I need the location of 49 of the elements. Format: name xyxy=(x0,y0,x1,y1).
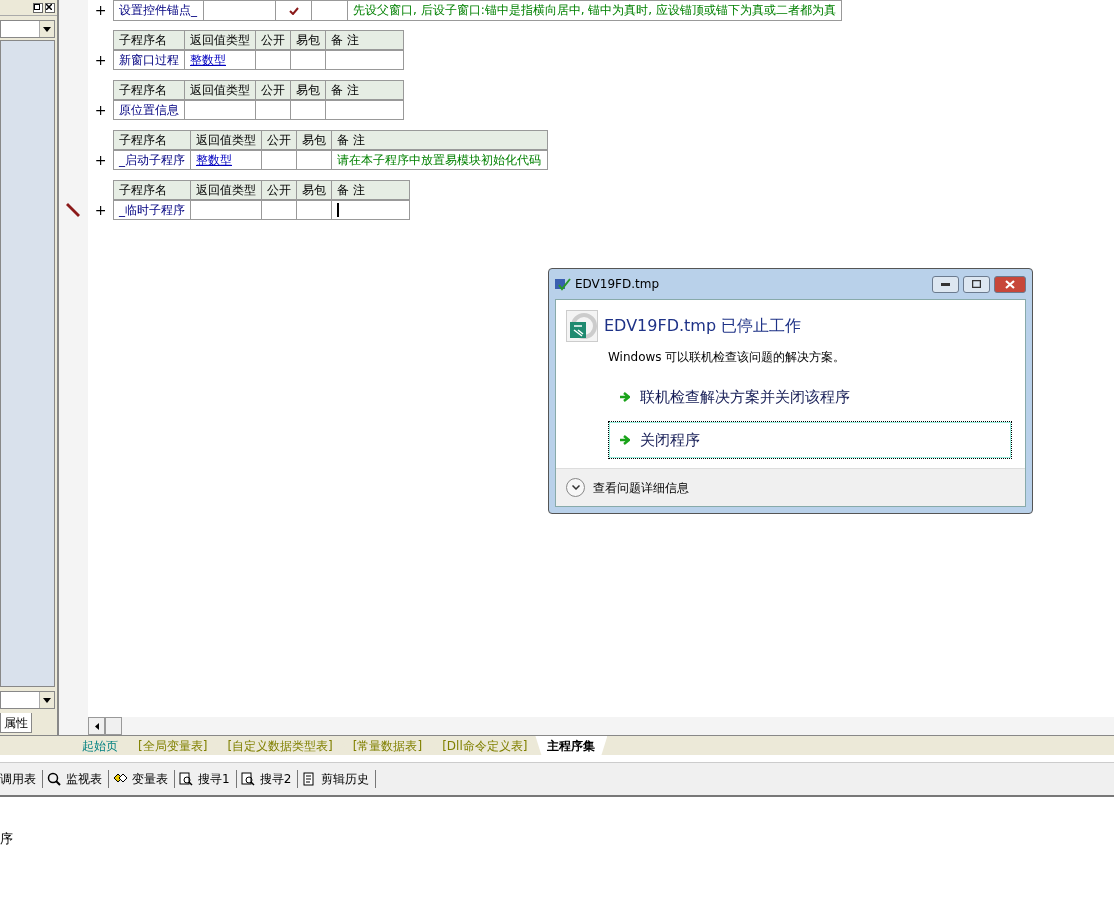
dialog-heading: EDV19FD.tmp 已停止工作 xyxy=(604,315,802,337)
table-cell: 请在本子程序中放置易模块初始化代码 xyxy=(331,149,548,170)
column-header: 易包 xyxy=(290,30,326,50)
window-title: EDV19FD.tmp xyxy=(575,276,661,293)
command-link[interactable]: 联机检查解决方案并关闭该程序 xyxy=(608,378,1012,417)
column-header: 子程序名 xyxy=(113,30,185,50)
column-header: 备 注 xyxy=(331,130,548,150)
expand-toggle[interactable]: + xyxy=(88,149,113,171)
column-header: 备 注 xyxy=(325,30,404,50)
column-header: 易包 xyxy=(296,130,332,150)
column-header: 公开 xyxy=(261,130,297,150)
table-cell: 新窗口过程 xyxy=(113,49,185,70)
expand-toggle[interactable]: + xyxy=(88,49,113,71)
column-header: 易包 xyxy=(290,80,326,100)
type-link[interactable]: 整数型 xyxy=(196,152,232,167)
table-cell: _临时子程序 xyxy=(113,199,191,220)
toolbar-button[interactable]: 监视表 xyxy=(43,770,109,788)
column-header: 返回值类型 xyxy=(190,180,262,200)
column-header: 备 注 xyxy=(325,80,404,100)
dialog-message: Windows 可以联机检查该问题的解决方案。 xyxy=(607,349,847,366)
expand-toggle[interactable]: + xyxy=(88,99,113,121)
column-header: 返回值类型 xyxy=(190,130,262,150)
column-header: 子程序名 xyxy=(113,80,185,100)
toolbar-button[interactable]: 搜寻1 xyxy=(175,770,237,788)
expand-toggle[interactable]: + xyxy=(88,199,113,221)
column-header: 子程序名 xyxy=(113,130,191,150)
toolbar-button[interactable]: 调用表 xyxy=(0,770,43,788)
type-link[interactable]: 整数型 xyxy=(190,52,226,67)
column-header: 公开 xyxy=(261,180,297,200)
column-header: 子程序名 xyxy=(113,180,191,200)
table-cell: _启动子程序 xyxy=(113,149,191,170)
table-cell: 设置控件锚点_ xyxy=(113,0,204,20)
column-header: 公开 xyxy=(255,30,291,50)
command-link[interactable]: 关闭程序 xyxy=(608,420,1012,459)
toolbar-button[interactable]: 变量表 xyxy=(109,770,175,788)
panel-tab[interactable]: 属性 xyxy=(0,713,32,733)
column-header: 返回值类型 xyxy=(184,80,256,100)
column-header: 易包 xyxy=(296,180,332,200)
column-header: 公开 xyxy=(255,80,291,100)
editor-tab[interactable]: 主程序集 xyxy=(535,736,608,755)
column-header: 备 注 xyxy=(331,180,410,200)
toolbar-button[interactable]: 搜寻2 xyxy=(236,770,299,788)
toolbar-button[interactable]: 剪辑历史 xyxy=(298,770,377,788)
details-label[interactable]: 查看问题详细信息 xyxy=(593,478,689,497)
column-header: 返回值类型 xyxy=(184,30,256,50)
table-cell: 原位置信息 xyxy=(113,99,185,120)
expand-toggle[interactable]: + xyxy=(88,0,113,21)
output-text: 序 xyxy=(0,831,13,846)
table-cell: 先设父窗口, 后设子窗口:锚中是指横向居中, 锚中为真时, 应设锚顶或锚下为真或二者都为真 xyxy=(347,0,842,20)
